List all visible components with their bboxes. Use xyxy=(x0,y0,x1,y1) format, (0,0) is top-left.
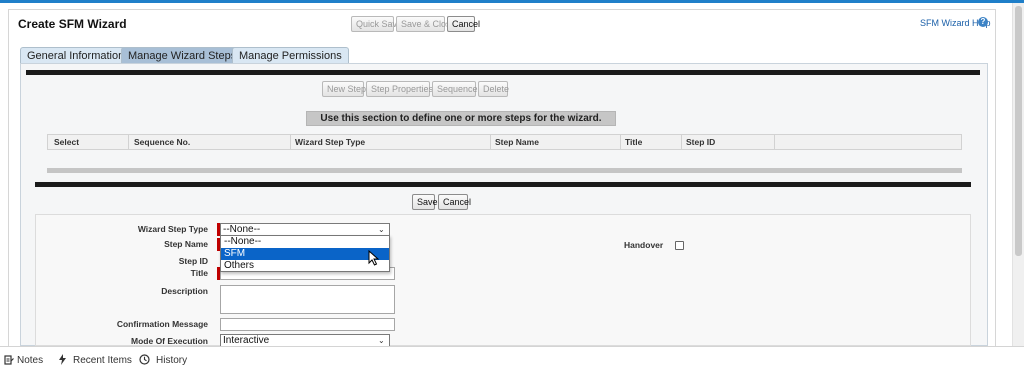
help-icon[interactable]: ? xyxy=(978,17,988,27)
top-accent-strip xyxy=(0,0,1024,3)
footer-history[interactable]: History xyxy=(156,355,187,366)
scrollbar-thumb[interactable] xyxy=(1015,6,1022,256)
form-cancel-button[interactable]: Cancel xyxy=(438,194,471,210)
title-label: Title xyxy=(190,268,208,278)
handover-checkbox[interactable] xyxy=(675,241,684,250)
step-id-label: Step ID xyxy=(178,256,208,266)
tab-general-information[interactable]: General Information xyxy=(20,47,132,63)
delete-button[interactable]: Delete xyxy=(478,81,509,97)
column-separator xyxy=(490,134,491,150)
instruction-banner: Use this section to define one or more s… xyxy=(306,111,616,126)
panel-divider-form xyxy=(35,182,971,187)
confirmation-message-label: Confirmation Message xyxy=(116,319,208,329)
tab-manage-permissions[interactable]: Manage Permissions xyxy=(232,47,349,63)
tab-manage-wizard-steps[interactable]: Manage Wizard Steps xyxy=(121,47,244,63)
header-cancel-button[interactable]: Cancel xyxy=(447,16,480,32)
wizard-step-type-label: Wizard Step Type xyxy=(137,224,208,234)
chevron-down-icon: ⌄ xyxy=(378,336,385,345)
column-header-step-type[interactable]: Wizard Step Type xyxy=(295,137,365,147)
column-header-sequence[interactable]: Sequence No. xyxy=(134,137,190,147)
mode-of-execution-label: Mode Of Execution xyxy=(131,336,208,346)
step-properties-button[interactable]: Step Properties xyxy=(366,81,433,97)
mouse-pointer-icon xyxy=(368,250,380,266)
dropdown-option-none[interactable]: --None-- xyxy=(221,236,389,248)
sequence-button[interactable]: Sequence xyxy=(432,81,478,97)
tab-label: General Information xyxy=(27,50,125,62)
column-separator xyxy=(290,134,291,150)
description-label: Description xyxy=(161,286,208,296)
quick-save-button[interactable]: Quick Save xyxy=(351,16,402,32)
page-title: Create SFM Wizard xyxy=(18,17,127,31)
column-header-select[interactable]: Select xyxy=(54,137,79,147)
column-header-step-name[interactable]: Step Name xyxy=(495,137,539,147)
column-separator xyxy=(128,134,129,150)
dropdown-option-sfm[interactable]: SFM xyxy=(221,248,389,260)
panel-divider-top xyxy=(26,70,980,75)
lightning-icon xyxy=(59,354,66,365)
select-value: --None-- xyxy=(223,224,261,235)
step-type-dropdown-list[interactable]: --None-- SFM Others xyxy=(220,235,390,272)
clock-icon xyxy=(139,354,150,365)
dropdown-option-others[interactable]: Others xyxy=(221,260,389,272)
column-separator xyxy=(620,134,621,150)
description-textarea[interactable] xyxy=(220,285,395,314)
chevron-down-icon: ⌄ xyxy=(378,225,385,234)
grid-horizontal-scrollbar[interactable] xyxy=(47,168,962,173)
footer-notes[interactable]: Notes xyxy=(17,355,43,366)
utility-footer-bar xyxy=(0,346,1024,374)
notes-icon xyxy=(4,355,14,365)
tab-label: Manage Permissions xyxy=(239,50,342,62)
form-save-button[interactable]: Save xyxy=(412,194,438,210)
select-value: Interactive xyxy=(223,335,270,346)
handover-label: Handover xyxy=(624,240,664,250)
column-header-step-id[interactable]: Step ID xyxy=(686,137,715,147)
confirmation-message-input[interactable] xyxy=(220,318,395,331)
footer-recent-items[interactable]: Recent Items xyxy=(73,355,132,366)
column-separator xyxy=(774,134,775,150)
step-name-label: Step Name xyxy=(164,239,208,249)
save-close-button[interactable]: Save & Close xyxy=(396,16,456,32)
tab-label: Manage Wizard Steps xyxy=(128,50,237,62)
column-header-title[interactable]: Title xyxy=(625,137,642,147)
new-step-button[interactable]: New Step xyxy=(322,81,366,97)
column-separator xyxy=(681,134,682,150)
